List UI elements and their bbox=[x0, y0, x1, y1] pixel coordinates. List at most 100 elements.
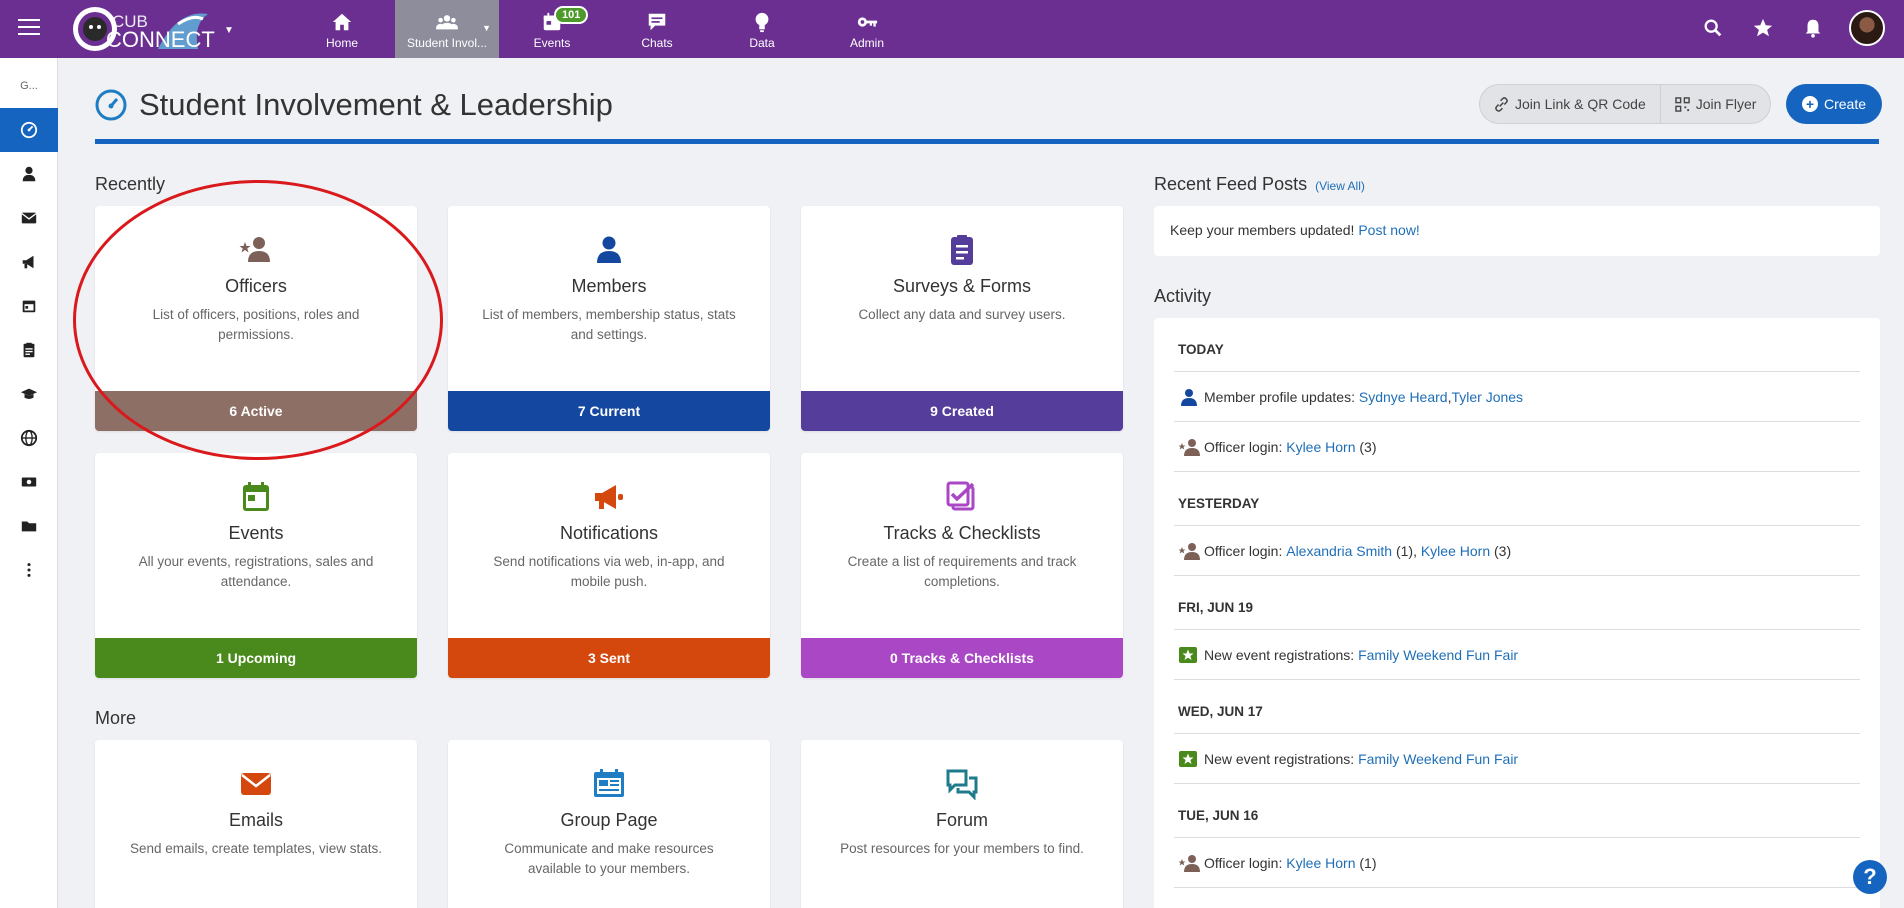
nav-data[interactable]: Data bbox=[710, 0, 814, 58]
nav-admin-label: Admin bbox=[849, 36, 884, 50]
activity-count: (1), bbox=[1395, 542, 1417, 559]
graduation-cap-icon bbox=[20, 388, 38, 399]
checklist-icon bbox=[946, 481, 975, 511]
card-forum[interactable]: Forum Post resources for your members to… bbox=[801, 740, 1123, 908]
card-footer[interactable]: 7 Current bbox=[448, 391, 770, 431]
activity-link[interactable]: Kylee Horn bbox=[1286, 439, 1355, 455]
hamburger-menu-icon[interactable] bbox=[18, 19, 40, 37]
card-footer[interactable]: 6 Active bbox=[95, 391, 417, 431]
card-events[interactable]: Events All your events, registrations, s… bbox=[95, 453, 417, 678]
group-abbrev[interactable]: G... bbox=[0, 80, 58, 92]
create-button[interactable]: + Create bbox=[1786, 84, 1883, 124]
activity-date: FRI, JUN 19 bbox=[1174, 576, 1860, 630]
card-title: Events bbox=[228, 523, 284, 543]
join-flyer-button[interactable]: Join Flyer bbox=[1659, 85, 1771, 123]
activity-title: Activity bbox=[1154, 286, 1212, 306]
user-avatar[interactable] bbox=[1849, 10, 1885, 46]
activity-row: New event registrations: Family Weekend … bbox=[1174, 734, 1860, 784]
sidebar-notifications[interactable] bbox=[0, 240, 58, 284]
card-footer[interactable]: 1 Upcoming bbox=[95, 638, 417, 678]
card-title: Officers bbox=[225, 276, 287, 296]
card-footer[interactable]: 9 Created bbox=[801, 391, 1123, 431]
card-surveys-forms[interactable]: Surveys & Forms Collect any data and sur… bbox=[801, 206, 1123, 431]
sidebar-forms[interactable] bbox=[0, 328, 58, 372]
sidebar-finances[interactable] bbox=[0, 460, 58, 504]
activity-count: (1) bbox=[1359, 854, 1377, 871]
card-title: Notifications bbox=[559, 523, 659, 543]
feed-prompt: Keep your members updated! bbox=[1170, 222, 1355, 238]
nav-student-involvement[interactable]: Student Invol... ▼ bbox=[395, 0, 499, 58]
activity-date: YESTERDAY bbox=[1174, 472, 1860, 526]
key-icon bbox=[857, 17, 878, 27]
star-icon[interactable] bbox=[1752, 17, 1774, 39]
join-link-qr-button[interactable]: Join Link & QR Code bbox=[1480, 85, 1660, 123]
card-desc: Collect any data and survey users. bbox=[858, 307, 1066, 322]
nav-home[interactable]: Home bbox=[290, 0, 394, 58]
join-link-label: Join Link & QR Code bbox=[1515, 96, 1646, 112]
sidebar-tracks[interactable] bbox=[0, 372, 58, 416]
card-emails[interactable]: Emails Send emails, create templates, vi… bbox=[95, 740, 417, 908]
activity-link[interactable]: Family Weekend Fun Fair bbox=[1358, 751, 1518, 767]
view-all-link[interactable]: (View All) bbox=[1315, 179, 1365, 193]
chevron-down-icon[interactable]: ▼ bbox=[482, 23, 491, 33]
help-button[interactable]: ? bbox=[1853, 860, 1887, 894]
card-members[interactable]: Members List of members, membership stat… bbox=[448, 206, 770, 431]
sidebar-group-page[interactable] bbox=[0, 416, 58, 460]
page-header: Student Involvement & Leadership bbox=[95, 87, 613, 123]
activity-link[interactable]: Sydnye Heard bbox=[1359, 389, 1448, 405]
member-icon bbox=[597, 236, 621, 263]
card-desc: Create a list of requirements and track … bbox=[847, 554, 1077, 589]
clipboard-icon bbox=[23, 342, 35, 358]
clipboard-list-icon bbox=[951, 235, 973, 265]
card-footer[interactable]: 0 Tracks & Checklists bbox=[801, 638, 1123, 678]
card-footer[interactable]: 3 Sent bbox=[448, 638, 770, 678]
money-icon bbox=[21, 477, 37, 487]
activity-link[interactable]: Tyler Jones bbox=[1451, 389, 1523, 405]
activity-link[interactable]: Kylee Horn bbox=[1421, 543, 1490, 559]
nav-data-label: Data bbox=[749, 36, 775, 50]
activity-link[interactable]: Kylee Horn bbox=[1286, 855, 1355, 871]
activity-row: Officer login: Alexandria Smith (1), Kyl… bbox=[1174, 526, 1860, 576]
search-icon[interactable] bbox=[1702, 17, 1724, 39]
top-nav-bar: CUB CONNECT ▼ Home Student Invol... ▼ Ev… bbox=[0, 0, 1904, 58]
sidebar-dashboard[interactable] bbox=[0, 108, 58, 152]
activity-row: Member profile updates: Sydnye Heard, Ty… bbox=[1174, 372, 1860, 422]
card-desc: Send notifications via web, in-app, and … bbox=[493, 554, 725, 589]
card-desc: Post resources for your members to find. bbox=[840, 841, 1084, 856]
activity-link[interactable]: Alexandria Smith bbox=[1286, 543, 1392, 559]
card-group-page[interactable]: Group Page Communicate and make resource… bbox=[448, 740, 770, 908]
sidebar-files[interactable] bbox=[0, 504, 58, 548]
cub-connect-logo[interactable]: CUB CONNECT bbox=[68, 4, 228, 54]
newspaper-icon bbox=[594, 769, 624, 797]
card-officers[interactable]: Officers List of officers, positions, ro… bbox=[95, 206, 417, 431]
qr-code-icon bbox=[1674, 96, 1690, 112]
nav-events[interactable]: Events bbox=[500, 0, 604, 58]
mail-icon bbox=[21, 212, 37, 224]
card-desc: List of members, membership status, stat… bbox=[482, 307, 736, 342]
nav-chats[interactable]: Chats bbox=[605, 0, 709, 58]
sidebar-members[interactable] bbox=[0, 152, 58, 196]
person-icon bbox=[22, 166, 36, 182]
post-now-link[interactable]: Post now! bbox=[1358, 222, 1419, 238]
logo-caret-icon[interactable]: ▼ bbox=[224, 25, 234, 36]
feed-title: Recent Feed Posts bbox=[1154, 174, 1308, 194]
feed-box: Keep your members updated! Post now! bbox=[1154, 206, 1880, 256]
megaphone-icon bbox=[595, 485, 623, 509]
sidebar-emails[interactable] bbox=[0, 196, 58, 240]
card-title: Members bbox=[571, 276, 647, 296]
forum-icon bbox=[946, 769, 978, 800]
member-icon bbox=[1181, 388, 1197, 406]
bell-icon[interactable] bbox=[1802, 17, 1824, 39]
sidebar-events[interactable] bbox=[0, 284, 58, 328]
left-sidebar: G... bbox=[0, 58, 58, 908]
card-tracks-checklists[interactable]: Tracks & Checklists Create a list of req… bbox=[801, 453, 1123, 678]
card-desc: List of officers, positions, roles and p… bbox=[152, 307, 360, 342]
card-desc: Send emails, create templates, view stat… bbox=[129, 841, 383, 856]
globe-icon bbox=[20, 429, 38, 447]
nav-admin[interactable]: Admin bbox=[815, 0, 919, 58]
activity-link[interactable]: Family Weekend Fun Fair bbox=[1358, 647, 1518, 663]
sidebar-more[interactable] bbox=[0, 548, 58, 592]
card-title: Forum bbox=[935, 810, 988, 830]
card-notifications[interactable]: Notifications Send notifications via web… bbox=[448, 453, 770, 678]
more-icon bbox=[27, 563, 31, 577]
